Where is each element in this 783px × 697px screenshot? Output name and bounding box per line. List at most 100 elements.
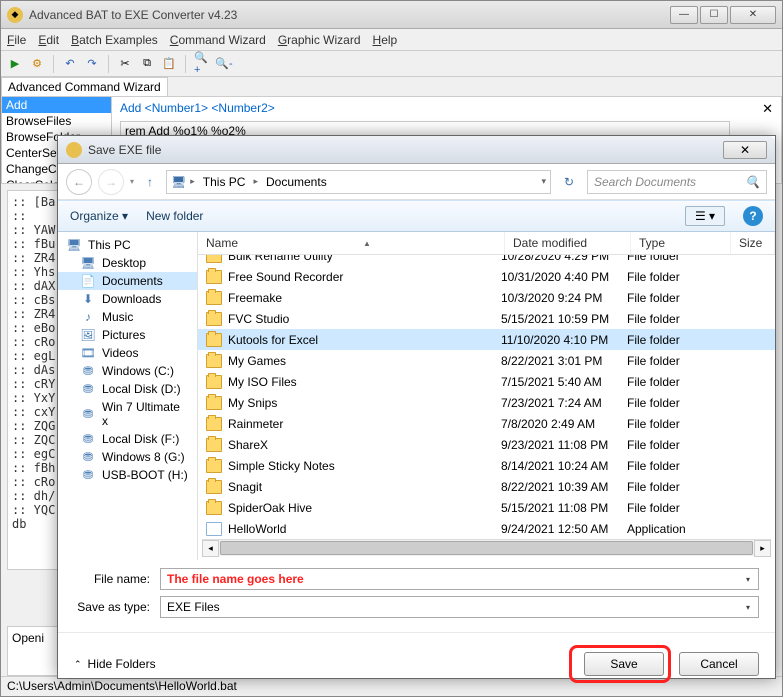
- column-headers[interactable]: Name▲ Date modified Type Size: [198, 232, 775, 255]
- file-row[interactable]: My Snips7/23/2021 7:24 AMFile folder: [198, 392, 775, 413]
- file-row[interactable]: Snagit8/22/2021 10:39 AMFile folder: [198, 476, 775, 497]
- file-name: My ISO Files: [228, 375, 501, 389]
- close-icon[interactable]: ✕: [762, 101, 773, 117]
- maximize-button[interactable]: ☐: [700, 6, 728, 24]
- breadcrumb-segment[interactable]: Documents: [262, 175, 331, 189]
- scroll-right-icon[interactable]: ▸: [754, 540, 771, 557]
- file-row[interactable]: Bulk Rename Utility10/28/2020 4:29 PMFil…: [198, 255, 775, 266]
- help-icon[interactable]: ?: [743, 206, 763, 226]
- tree-item[interactable]: 🖼Pictures: [58, 326, 197, 344]
- tree-item[interactable]: 🖥This PC: [58, 236, 197, 254]
- tree-item-label: Music: [102, 310, 133, 324]
- file-row[interactable]: ShareX9/23/2021 11:08 PMFile folder: [198, 434, 775, 455]
- tree-item[interactable]: ⛃Windows 8 (G:): [58, 448, 197, 466]
- file-row[interactable]: FVC Studio5/15/2021 10:59 PMFile folder: [198, 308, 775, 329]
- column-date[interactable]: Date modified: [505, 232, 631, 254]
- desktop-icon: 🖥: [80, 256, 96, 270]
- file-row[interactable]: My ISO Files7/15/2021 5:40 AMFile folder: [198, 371, 775, 392]
- play-icon[interactable]: ▶: [7, 56, 23, 72]
- chevron-down-icon[interactable]: ▾: [740, 598, 756, 616]
- file-row[interactable]: Simple Sticky Notes8/14/2021 10:24 AMFil…: [198, 455, 775, 476]
- menu-help[interactable]: Help: [373, 33, 398, 47]
- dialog-titlebar[interactable]: Save EXE file ✕: [58, 136, 775, 164]
- chevron-down-icon[interactable]: ▾: [541, 176, 546, 187]
- close-button[interactable]: ✕: [730, 6, 776, 24]
- view-options-button[interactable]: ☰ ▾: [685, 206, 725, 226]
- main-titlebar[interactable]: ◆ Advanced BAT to EXE Converter v4.23 — …: [1, 1, 782, 29]
- dialog-title: Save EXE file: [88, 143, 723, 157]
- scroll-left-icon[interactable]: ◂: [202, 540, 219, 557]
- up-button[interactable]: ↑: [140, 172, 160, 192]
- file-row[interactable]: Kutools for Excel11/10/2020 4:10 PMFile …: [198, 329, 775, 350]
- column-size[interactable]: Size: [731, 232, 775, 254]
- dialog-close-button[interactable]: ✕: [723, 141, 767, 159]
- file-row[interactable]: My Games8/22/2021 3:01 PMFile folder: [198, 350, 775, 371]
- new-folder-button[interactable]: New folder: [146, 209, 203, 223]
- folder-icon: [206, 255, 222, 263]
- zoom-in-icon[interactable]: 🔍+: [194, 56, 210, 72]
- breadcrumb[interactable]: 🖥 ▸ This PC ▸ Documents ▾: [166, 170, 551, 194]
- menu-batch-examples[interactable]: Batch Examples: [71, 33, 158, 47]
- cut-icon[interactable]: ✂: [117, 56, 133, 72]
- filename-input[interactable]: The file name goes here ▾: [160, 568, 759, 590]
- list-item[interactable]: BrowseFiles: [2, 113, 111, 129]
- recent-dropdown-icon[interactable]: ▾: [130, 177, 134, 186]
- tree-item[interactable]: ⛃USB-BOOT (H:): [58, 466, 197, 484]
- tree-item[interactable]: ♪Music: [58, 308, 197, 326]
- savetype-select[interactable]: EXE Files ▾: [160, 596, 759, 618]
- tree-item[interactable]: ⛃Windows (C:): [58, 362, 197, 380]
- tree-item[interactable]: ⛃Local Disk (D:): [58, 380, 197, 398]
- tree-item[interactable]: ⛃Local Disk (F:): [58, 430, 197, 448]
- save-button[interactable]: Save: [584, 652, 664, 676]
- tree-item[interactable]: 🖥Desktop: [58, 254, 197, 272]
- gear-icon[interactable]: ⚙: [29, 56, 45, 72]
- tree-item[interactable]: ⛃Win 7 Ultimate x: [58, 398, 197, 430]
- redo-icon[interactable]: ↷: [84, 56, 100, 72]
- file-row[interactable]: HelloWorld9/24/2021 12:50 AMApplication: [198, 518, 775, 539]
- navigation-tree[interactable]: 🖥This PC🖥Desktop📄Documents⬇Downloads♪Mus…: [58, 232, 198, 560]
- file-name: SpiderOak Hive: [228, 501, 501, 515]
- paste-icon[interactable]: 📋: [161, 56, 177, 72]
- file-name: Free Sound Recorder: [228, 270, 501, 284]
- menu-file[interactable]: File: [7, 33, 26, 47]
- undo-icon[interactable]: ↶: [62, 56, 78, 72]
- list-item[interactable]: Add: [2, 97, 111, 113]
- scroll-thumb[interactable]: [220, 541, 753, 555]
- file-row[interactable]: Freemake10/3/2020 9:24 PMFile folder: [198, 287, 775, 308]
- search-input[interactable]: Search Documents 🔍: [587, 170, 767, 194]
- minimize-button[interactable]: —: [670, 6, 698, 24]
- tree-item[interactable]: 📄Documents: [58, 272, 197, 290]
- folder-icon: [206, 312, 222, 326]
- column-name[interactable]: Name▲: [198, 232, 505, 254]
- column-type[interactable]: Type: [631, 232, 731, 254]
- file-row[interactable]: Rainmeter7/8/2020 2:49 AMFile folder: [198, 413, 775, 434]
- copy-icon[interactable]: ⧉: [139, 56, 155, 72]
- file-name: My Snips: [228, 396, 501, 410]
- search-icon: 🔍: [745, 175, 760, 189]
- hide-folders-button[interactable]: ⌃ Hide Folders: [74, 657, 156, 671]
- horizontal-scrollbar[interactable]: ◂ ▸: [202, 539, 771, 556]
- chevron-right-icon[interactable]: ▸: [253, 176, 258, 187]
- chevron-right-icon[interactable]: ▸: [190, 176, 195, 187]
- chevron-down-icon[interactable]: ▾: [740, 570, 756, 588]
- tree-item[interactable]: ⬇Downloads: [58, 290, 197, 308]
- cancel-button[interactable]: Cancel: [679, 652, 759, 676]
- menu-graphic-wizard[interactable]: Graphic Wizard: [278, 33, 361, 47]
- toolbar: ▶ ⚙ ↶ ↷ ✂ ⧉ 📋 🔍+ 🔍-: [1, 51, 782, 77]
- back-button[interactable]: ←: [66, 169, 92, 195]
- pc-icon: 🖥: [66, 238, 82, 252]
- refresh-icon[interactable]: ↻: [557, 171, 581, 193]
- folder-icon: [206, 417, 222, 431]
- file-row[interactable]: Free Sound Recorder10/31/2020 4:40 PMFil…: [198, 266, 775, 287]
- menu-edit[interactable]: Edit: [38, 33, 59, 47]
- breadcrumb-segment[interactable]: This PC: [199, 175, 250, 189]
- file-list[interactable]: Bulk Rename Utility10/28/2020 4:29 PMFil…: [198, 255, 775, 539]
- menu-command-wizard[interactable]: Command Wizard: [170, 33, 266, 47]
- zoom-out-icon[interactable]: 🔍-: [216, 56, 232, 72]
- tree-item-label: Windows (C:): [102, 364, 174, 378]
- forward-button[interactable]: →: [98, 169, 124, 195]
- organize-button[interactable]: Organize ▾: [70, 209, 128, 223]
- file-row[interactable]: SpiderOak Hive5/15/2021 11:08 PMFile fol…: [198, 497, 775, 518]
- tree-item[interactable]: 🎞Videos: [58, 344, 197, 362]
- dialog-footer: ⌃ Hide Folders Save Cancel: [58, 632, 775, 695]
